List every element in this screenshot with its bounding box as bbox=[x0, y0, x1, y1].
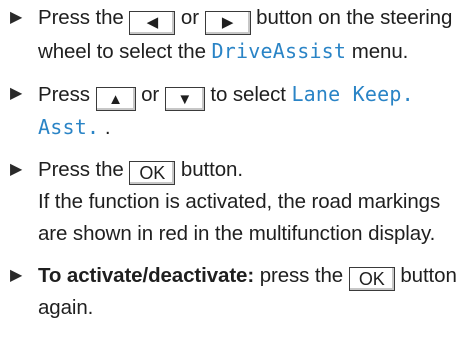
step-4: ▶ To activate/deactivate: press the OK b… bbox=[10, 260, 466, 324]
step-1: ▶ Press the ◀ or ▶ button on the steerin… bbox=[10, 2, 466, 68]
step-2-text-2: or bbox=[141, 82, 160, 106]
ok-button: OK bbox=[348, 267, 395, 291]
right-triangle-icon: ▶ bbox=[10, 9, 23, 26]
step-2-text-3: to select bbox=[210, 82, 286, 106]
step-2-text-1: Press bbox=[38, 82, 90, 106]
step-1-text-2: or bbox=[180, 6, 199, 29]
up-triangle-icon: ▲ bbox=[108, 90, 123, 108]
step-3-text-2: button. bbox=[180, 158, 243, 181]
step-1-text-1: Press the bbox=[38, 6, 124, 29]
step-4-bold-text: To activate/deactivate: bbox=[38, 264, 255, 287]
step-3-text-3: If the function is activated, the road m… bbox=[38, 190, 441, 245]
step-2-text-4: . bbox=[104, 116, 111, 139]
ok-button-label: OK bbox=[358, 269, 385, 289]
down-arrow-button: ▼ bbox=[164, 87, 205, 111]
right-arrow-button: ▶ bbox=[204, 10, 251, 35]
right-triangle-icon: ▶ bbox=[10, 267, 23, 284]
right-triangle-icon: ▶ bbox=[10, 161, 23, 178]
ok-button: OK bbox=[129, 161, 176, 185]
step-3-text-1: Press the bbox=[38, 158, 124, 181]
down-triangle-icon: ▼ bbox=[177, 90, 193, 108]
step-4-text-1: press the bbox=[259, 264, 344, 287]
instructions-page: ▶ Press the ◀ or ▶ button on the steerin… bbox=[0, 0, 466, 351]
up-arrow-button: ▲ bbox=[95, 87, 136, 111]
step-2: ▶ Press ▲ or ▼ to select Lane Keep. Asst… bbox=[10, 78, 466, 145]
right-triangle-icon: ▶ bbox=[10, 84, 23, 102]
step-3: ▶ Press the OK button. If the function i… bbox=[10, 154, 466, 250]
step-1-text-4: menu. bbox=[351, 39, 409, 63]
right-triangle-icon: ▶ bbox=[221, 14, 234, 31]
driveassist-menu-label: DriveAssist bbox=[211, 38, 347, 63]
ok-button-label: OK bbox=[139, 163, 166, 183]
left-arrow-button: ◀ bbox=[129, 10, 176, 35]
left-triangle-icon: ◀ bbox=[146, 14, 159, 31]
